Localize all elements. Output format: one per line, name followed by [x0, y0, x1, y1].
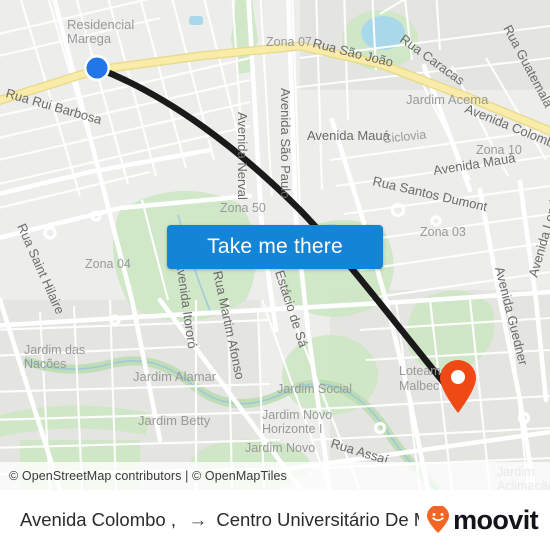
destination-marker[interactable] [436, 358, 480, 414]
destination-pin-hole [451, 370, 465, 384]
map-screen: Rua Rui Barbosa Rua São João Rua Caracas Ru… [0, 0, 550, 550]
route-summary: Avenida Colombo , 6… → Centro Universitá… [20, 509, 419, 531]
map-attribution: © OpenStreetMap contributors | © OpenMap… [0, 462, 550, 490]
route-destination-label: Centro Universitário De Ma… [216, 509, 419, 530]
take-me-there-button[interactable]: Take me there [167, 225, 383, 269]
route-footer: Avenida Colombo , 6… → Centro Universitá… [0, 490, 550, 550]
moovit-logo: moovit [425, 504, 539, 535]
origin-marker[interactable] [82, 53, 112, 83]
route-arrow-icon: → [188, 509, 208, 531]
destination-pin-shape [440, 360, 476, 413]
moovit-pin-smiley-icon [427, 506, 450, 533]
map-canvas[interactable]: Rua Rui Barbosa Rua São João Rua Caracas Ru… [0, 0, 550, 490]
origin-marker-dot [86, 57, 108, 79]
attribution-text: © OpenStreetMap contributors | © OpenMap… [9, 469, 287, 483]
route-origin-label: Avenida Colombo , 6… [20, 509, 179, 530]
moovit-wordmark: moovit [453, 504, 539, 535]
